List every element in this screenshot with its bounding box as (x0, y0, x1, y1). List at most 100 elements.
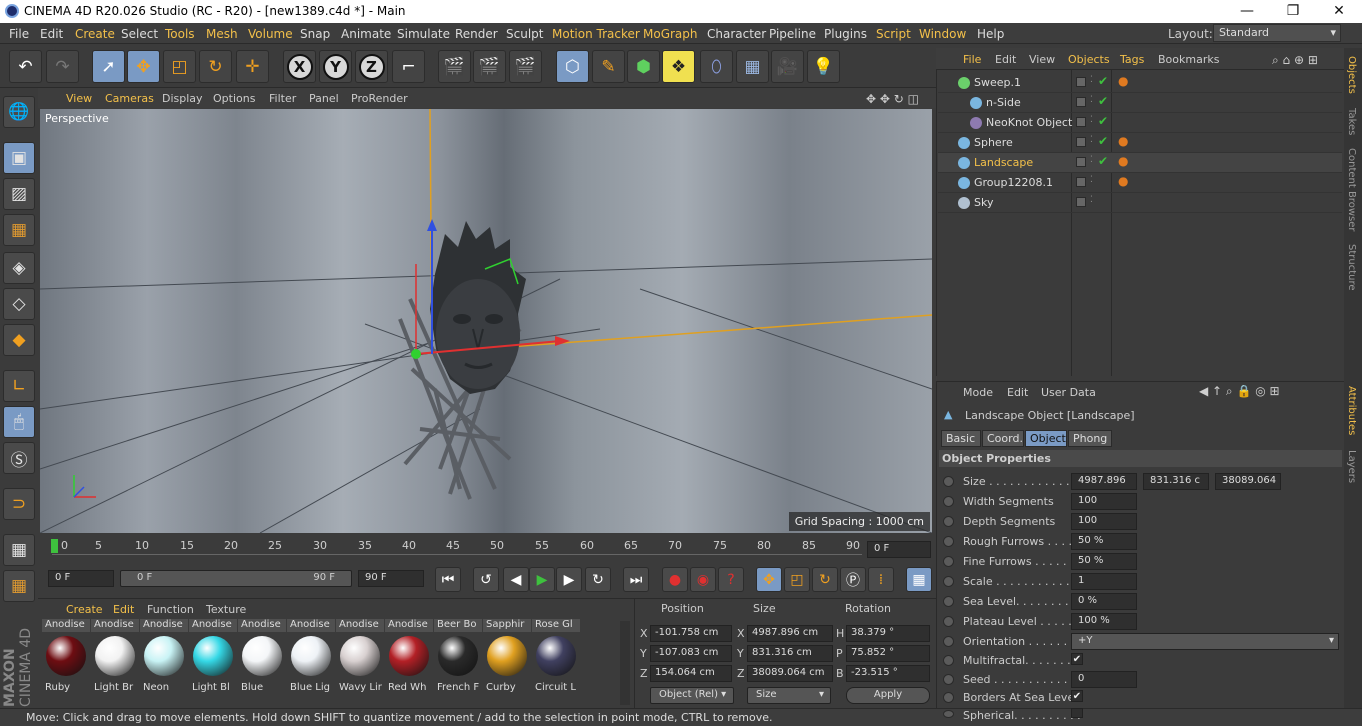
tab-coord[interactable]: Coord. (982, 430, 1024, 447)
side-tab-content-browser[interactable]: Content Browser (1346, 148, 1357, 231)
frame-range-slider[interactable]: 0 F 90 F (120, 570, 352, 587)
next-key-button[interactable]: ↻ (585, 567, 611, 592)
select-tool-icon[interactable]: ➚ (92, 50, 125, 83)
cube-object-icon[interactable]: ⬡ (556, 50, 589, 83)
material-swatch[interactable]: Anodise Ruby (42, 619, 90, 697)
snapping-icon[interactable]: Ⓢ (3, 442, 35, 474)
attribute-field[interactable]: 100 (1071, 493, 1137, 510)
enabled-check-icon[interactable]: ✔ (1098, 114, 1108, 128)
size-z-field[interactable]: 38089.064 cm (747, 665, 833, 682)
camera-icon[interactable]: 🎥 (771, 50, 804, 83)
visibility-toggle-icon[interactable] (1076, 137, 1086, 147)
material-menu-edit[interactable]: Edit (113, 603, 134, 616)
material-tag-icon[interactable]: ● (1118, 74, 1128, 88)
visibility-toggle-icon[interactable] (1076, 97, 1086, 107)
start-frame-field[interactable]: 0 F (48, 570, 114, 587)
menu-plugins[interactable]: Plugins (824, 27, 867, 41)
y-axis-arrow[interactable] (427, 219, 437, 231)
menu-edit[interactable]: Edit (40, 27, 63, 41)
menu-snap[interactable]: Snap (300, 27, 330, 41)
attribute-field[interactable]: 50 % (1071, 533, 1137, 550)
side-tab-attributes[interactable]: Attributes (1346, 386, 1357, 435)
material-swatch[interactable]: Anodise Blue Lig (287, 619, 335, 697)
size-mode-select[interactable]: Size ▾ (747, 687, 831, 704)
position-y-field[interactable]: -107.083 cm (650, 645, 732, 662)
material-swatch[interactable]: Anodise Blue (238, 619, 286, 697)
record-pla-button[interactable]: ⁞ (868, 567, 894, 592)
multifractal-checkbox[interactable]: ✔ (1071, 653, 1083, 665)
object-row[interactable]: Sphere ⁚ ✔ ● (938, 133, 1342, 153)
object-row[interactable]: Sweep.1 ⁚ ✔ ● (938, 73, 1342, 93)
polygons-mode-icon[interactable]: ◆ (3, 324, 35, 356)
menu-simulate[interactable]: Simulate (397, 27, 450, 41)
z-axis-lock-button[interactable]: Z (355, 50, 388, 83)
attr-menu-user-data[interactable]: User Data (1041, 386, 1096, 399)
animate-dot[interactable] (943, 674, 954, 685)
material-tag-icon[interactable]: ● (1118, 174, 1128, 188)
layer-dots-icon[interactable]: ⁚ (1090, 135, 1093, 145)
material-swatch[interactable]: Anodise Neon (140, 619, 188, 697)
previous-frame-button[interactable]: ◀ (503, 567, 529, 592)
move-tool-icon[interactable]: ✥ (127, 50, 160, 83)
locked-workplane-icon[interactable]: ▦ (3, 534, 35, 566)
viewport-menu-view[interactable]: View (66, 92, 92, 105)
autokey-button[interactable]: ◉ (690, 567, 716, 592)
workplane-icon[interactable]: ▦ (3, 214, 35, 246)
layout-select[interactable]: Standard ▾ (1213, 24, 1341, 42)
position-z-field[interactable]: 154.064 cm (650, 665, 732, 682)
record-scale-button[interactable]: ◰ (784, 567, 810, 592)
visibility-toggle-icon[interactable] (1076, 117, 1086, 127)
menu-window[interactable]: Window (919, 27, 966, 41)
enabled-check-icon[interactable]: ✔ (1098, 94, 1108, 108)
keyframe-selection-button[interactable]: ? (718, 567, 744, 592)
side-tab-layers[interactable]: Layers (1346, 450, 1357, 483)
size-x-field[interactable]: 4987.896 cm (747, 625, 833, 642)
model-mode-icon[interactable]: ▣ (3, 142, 35, 174)
menu-render[interactable]: Render (455, 27, 498, 41)
orientation-select[interactable]: +Y ▾ (1071, 633, 1339, 650)
side-tab-structure[interactable]: Structure (1346, 244, 1357, 291)
menu-sculpt[interactable]: Sculpt (506, 27, 543, 41)
render-view-icon[interactable]: 🎬 (438, 50, 471, 83)
timeline-ruler[interactable]: 0 5 10 15 20 25 30 35 40 45 50 55 60 65 … (38, 535, 936, 565)
viewport-menu-prorender[interactable]: ProRender (351, 92, 408, 105)
render-picture-viewer-icon[interactable]: 🎬 (473, 50, 506, 83)
animate-dot[interactable] (943, 710, 954, 718)
menu-animate[interactable]: Animate (341, 27, 391, 41)
object-row[interactable]: Landscape ⁚ ✔ ● (938, 153, 1342, 173)
next-frame-button[interactable]: ▶ (556, 567, 582, 592)
texture-mode-icon[interactable]: ▨ (3, 178, 35, 210)
previous-key-button[interactable]: ↺ (473, 567, 499, 592)
enabled-check-icon[interactable]: ✔ (1098, 74, 1108, 88)
record-parameter-button[interactable]: Ⓟ (840, 567, 866, 592)
tab-basic[interactable]: Basic (941, 430, 981, 447)
attribute-field[interactable]: 50 % (1071, 553, 1137, 570)
record-position-button[interactable]: ✥ (756, 567, 782, 592)
pen-spline-icon[interactable]: ✎ (592, 50, 625, 83)
record-rotation-button[interactable]: ↻ (812, 567, 838, 592)
planar-workplane-icon[interactable]: ▦ (3, 570, 35, 602)
animate-dot[interactable] (943, 476, 954, 487)
rotation-h-field[interactable]: 38.379 ° (846, 625, 930, 642)
menu-file[interactable]: File (9, 27, 29, 41)
redo-button[interactable]: ↷ (46, 50, 79, 83)
axis-mode-icon[interactable]: ∟ (3, 370, 35, 402)
viewport-menu-display[interactable]: Display (162, 92, 203, 105)
size-y-field[interactable]: 831.316 c (1143, 473, 1209, 490)
close-button[interactable]: ✕ (1316, 0, 1362, 23)
pivot-handle[interactable] (411, 349, 421, 359)
menu-select[interactable]: Select (121, 27, 158, 41)
layer-dots-icon[interactable]: ⁚ (1090, 155, 1093, 165)
magnet-icon[interactable]: ⊃ (3, 488, 35, 520)
nav-back-icon[interactable]: ◀ ↑ ⌕ 🔒 ◎ ⊞ (1199, 384, 1280, 399)
seed-field[interactable]: 0 (1071, 671, 1137, 688)
coordinate-mode-select[interactable]: Object (Rel) ▾ (650, 687, 734, 704)
animate-dot[interactable] (943, 596, 954, 607)
material-tag-icon[interactable]: ● (1118, 134, 1128, 148)
menu-motion-tracker[interactable]: Motion Tracker (552, 27, 640, 41)
attr-menu-edit[interactable]: Edit (1007, 386, 1028, 399)
coordinate-system-icon[interactable]: ⌐ (392, 50, 425, 83)
visibility-toggle-icon[interactable] (1076, 77, 1086, 87)
material-swatch[interactable]: Rose Gl Circuit L (532, 619, 580, 697)
menu-tools[interactable]: Tools (165, 27, 195, 41)
